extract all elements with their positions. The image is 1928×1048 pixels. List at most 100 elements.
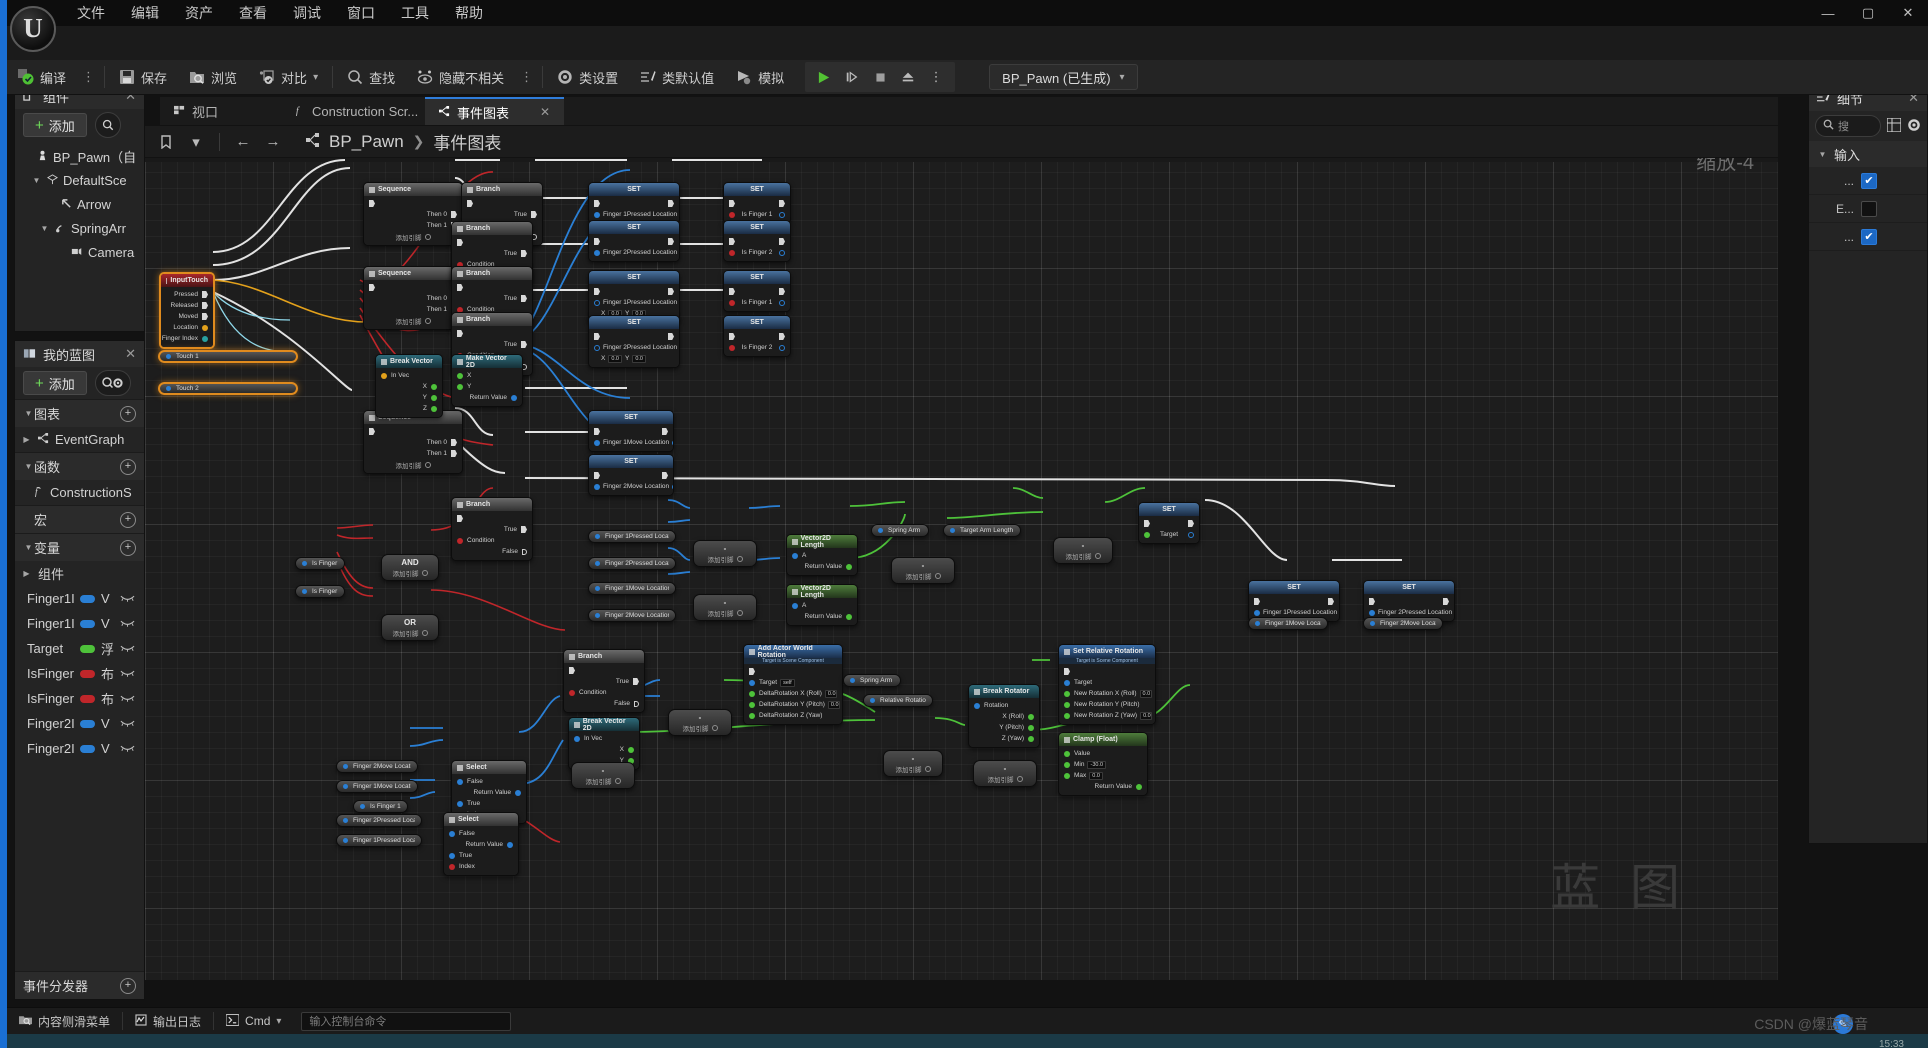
blueprint-item-eventgraph[interactable]: ▶ EventGraph	[15, 427, 144, 452]
pin-marker[interactable]	[569, 689, 575, 696]
pin-marker[interactable]	[1064, 690, 1070, 697]
graph-variable-node[interactable]: Finger 1Pressed Location	[588, 530, 676, 543]
pin-marker[interactable]	[451, 450, 457, 457]
blueprint-graph-canvas[interactable]: 缩放-4 蓝 图 InputTouch Pressed Released Mov…	[145, 140, 1778, 980]
tree-arrow[interactable]: ▼	[23, 462, 34, 471]
pin-dot[interactable]	[343, 818, 348, 823]
eye-closed-icon[interactable]	[120, 694, 136, 704]
add-pin-button[interactable]: 添加引脚	[364, 315, 462, 326]
graph-node[interactable]: SET Finger 2Move Location	[588, 454, 674, 496]
pin-value[interactable]: 0.0	[1089, 771, 1103, 780]
pin-marker[interactable]	[449, 830, 455, 837]
pin-dot[interactable]	[302, 561, 307, 566]
pin-marker-out[interactable]	[672, 483, 673, 490]
pin-marker-out[interactable]	[668, 288, 674, 295]
pin-dot[interactable]	[950, 528, 955, 533]
tree-arrow[interactable]: ▼	[23, 543, 34, 552]
node-pin[interactable]: Finger 2Pressed Location	[589, 247, 679, 258]
content-drawer-button[interactable]: 内容侧滑菜单	[7, 1008, 122, 1035]
pin-marker-out[interactable]	[779, 249, 785, 256]
pin-marker[interactable]	[511, 394, 517, 401]
simulate-button[interactable]: 模拟	[725, 60, 795, 95]
variable-row[interactable]: Finger1I V	[15, 611, 144, 636]
graph-node[interactable]: SET Finger 1Pressed Location	[588, 182, 680, 224]
add-function-button[interactable]: +	[120, 458, 136, 475]
pin-marker[interactable]	[451, 211, 457, 218]
graph-variable-node[interactable]: Finger 2Move Location	[336, 760, 418, 773]
node-pin[interactable]	[364, 198, 462, 209]
pin-marker[interactable]	[515, 789, 521, 796]
node-pin[interactable]	[589, 198, 679, 209]
add-dispatcher-button[interactable]: +	[120, 977, 136, 994]
pin-marker[interactable]	[1064, 761, 1070, 768]
pin-dot[interactable]	[595, 586, 600, 591]
hide-unrelated-button[interactable]: 隐藏不相关	[406, 60, 515, 95]
pin-dot[interactable]	[595, 534, 600, 539]
pin-marker-out[interactable]	[779, 288, 785, 295]
node-pin[interactable]	[364, 426, 462, 437]
node-pin[interactable]: New Rotation Z (Yaw) 0.0	[1059, 710, 1155, 721]
save-button[interactable]: 保存	[108, 60, 178, 95]
pin-marker[interactable]	[369, 200, 375, 207]
pin-marker[interactable]	[202, 335, 208, 342]
node-pin[interactable]	[452, 237, 532, 248]
class-defaults-button[interactable]: 类默认值	[629, 60, 725, 95]
variable-row[interactable]: Finger1I V	[15, 586, 144, 611]
close-button[interactable]: ✕	[1888, 0, 1928, 26]
node-pin[interactable]: DeltaRotation X (Roll) 0.0	[744, 688, 842, 699]
pin-marker[interactable]	[521, 295, 527, 302]
blueprint-item-constructionscript[interactable]: f ConstructionS	[15, 480, 144, 505]
node-pin[interactable]: Return Value	[452, 787, 526, 798]
component-row-bp-pawn[interactable]: BP_Pawn（自	[15, 144, 144, 168]
eject-button[interactable]	[895, 64, 921, 90]
graph-variable-node[interactable]: Finger 1Pressed Location	[336, 834, 422, 847]
pin-marker[interactable]	[457, 383, 463, 390]
tree-arrow[interactable]: ▼	[39, 224, 50, 233]
pin-marker[interactable]	[729, 288, 735, 295]
pin-marker-out[interactable]	[779, 200, 785, 207]
pin-value[interactable]: 0.0	[1139, 689, 1152, 698]
pin-marker[interactable]	[749, 712, 755, 719]
add-blueprint-item-button[interactable]: + 添加	[23, 371, 87, 395]
node-pin[interactable]: New Rotation X (Roll) 0.0	[1059, 688, 1155, 699]
graph-node[interactable]: Select False Return Value True Index	[443, 812, 519, 876]
graph-variable-node[interactable]: Relative Rotation	[863, 694, 933, 707]
node-pin[interactable]: True	[452, 339, 532, 350]
menu-item-asset[interactable]: 资产	[172, 0, 226, 26]
node-pin[interactable]: Value	[1059, 748, 1147, 759]
node-pin[interactable]: Return Value	[452, 392, 522, 403]
eye-closed-icon[interactable]	[120, 744, 136, 754]
pin-marker-out[interactable]	[779, 238, 785, 245]
node-pin[interactable]: Finger Index	[161, 333, 213, 344]
graph-node[interactable]: Vector2D Length A Return Value	[786, 534, 858, 576]
graph-node[interactable]: Break Rotator Rotation X (Roll) Y (Pitch) Z …	[968, 684, 1040, 748]
variable-row[interactable]: Finger2I V	[15, 711, 144, 736]
pin-marker[interactable]	[457, 800, 463, 807]
graph-variable-node[interactable]: Target Arm Length	[943, 524, 1021, 537]
add-pin-button[interactable]: 添加引脚	[694, 553, 756, 564]
graph-variable-node[interactable]: Finger 2Pressed Location	[588, 557, 676, 570]
pin-marker[interactable]	[457, 372, 463, 379]
graph-node[interactable]: Branch True Condition False	[563, 649, 645, 713]
node-pin[interactable]	[1249, 596, 1339, 607]
graph-node[interactable]: SET Is Finger 1	[723, 270, 791, 312]
graph-node[interactable]: SET Is Finger 1	[723, 182, 791, 224]
pin-marker[interactable]	[202, 324, 208, 331]
eye-closed-icon[interactable]	[120, 619, 136, 629]
node-pin[interactable]: Finger 2Move Location	[589, 481, 673, 492]
graph-node[interactable]: SET Finger 1Pressed Location	[1248, 580, 1340, 622]
eye-closed-icon[interactable]	[120, 669, 136, 679]
pin-marker[interactable]	[451, 439, 457, 446]
node-pin[interactable]: Max 0.0	[1059, 770, 1147, 781]
pin-marker[interactable]	[457, 330, 463, 337]
node-pin[interactable]: Rotation	[969, 700, 1039, 711]
tree-arrow[interactable]: ▼	[23, 409, 34, 418]
node-pin[interactable]	[744, 666, 842, 677]
node-pin[interactable]: X	[376, 381, 442, 392]
menu-item-debug[interactable]: 调试	[280, 0, 334, 26]
eye-closed-icon[interactable]	[120, 719, 136, 729]
graph-node[interactable]: Branch True Condition False	[451, 497, 533, 561]
node-pin[interactable]	[1139, 518, 1199, 529]
node-pin[interactable]: Is Finger 2	[724, 247, 790, 258]
pin-marker[interactable]	[457, 515, 463, 522]
